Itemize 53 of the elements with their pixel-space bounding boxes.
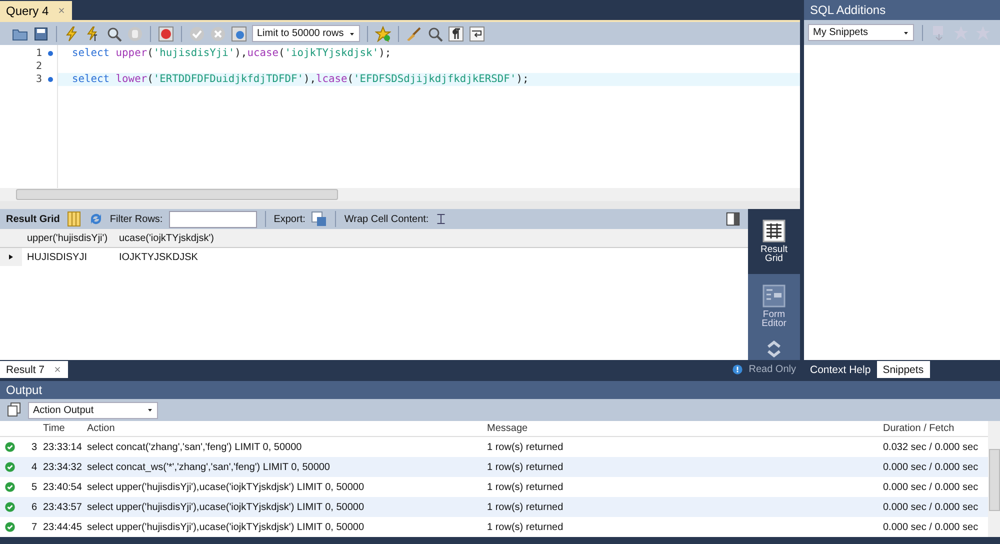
table-cell-text: 0.032 sec / 0.000 sec [882, 442, 980, 452]
column-header[interactable]: upper('hujisdisYji') [22, 229, 114, 247]
table-cell-text: 1 row(s) returned [486, 502, 564, 512]
table-cell-text: select concat('zhang','san','feng') LIMIT 0, 50000 [86, 442, 303, 452]
table-cell-text: 1 row(s) returned [486, 462, 564, 472]
panel-tab[interactable]: Context Help [804, 361, 877, 378]
result-tab[interactable]: Result 7 [0, 361, 68, 378]
panel-tab[interactable]: Snippets [876, 361, 930, 378]
table-cell-text: 23:40:54 [42, 482, 83, 492]
table-cell-text: 7 [30, 522, 38, 532]
table-cell-text: select upper('hujisdisYji'),ucase('iojkTYjskdjsk') LIMIT 0, 50000 [86, 502, 366, 512]
panel-title: SQL Additions [804, 0, 1000, 20]
panel-title: Output [0, 381, 1000, 399]
table-cell-text: select upper('hujisdisYji'),ucase('iojkTYjskdjsk') LIMIT 0, 50000 [86, 482, 366, 492]
table-cell-text: 0.000 sec / 0.000 sec [882, 522, 980, 532]
table-cell-text: 6 [30, 502, 38, 512]
table-cell-text: 0.000 sec / 0.000 sec [882, 462, 980, 472]
line-number: 2 [36, 61, 42, 72]
result-grid-label: Result Grid [6, 214, 60, 224]
code-line: select lower('ERTDDFDFDuidjkfdjTDFDF'),lcase('EFDFSDSdjijkdjfkdjkERSDF'); [72, 73, 529, 85]
table-cell-text: 4 [30, 462, 38, 472]
column-header[interactable]: Time [40, 423, 84, 434]
column-header[interactable]: Message [484, 423, 880, 434]
read-only-label: Read Only [748, 364, 796, 375]
table-cell-text: 1 row(s) returned [486, 482, 564, 492]
table-cell-text: select upper('hujisdisYji'),ucase('iojkTYjskdjsk') LIMIT 0, 50000 [86, 522, 366, 532]
query-tab[interactable]: Query 4 [0, 1, 72, 20]
table-cell-text: HUJISDISYJI [26, 250, 88, 264]
table-cell-text: 23:33:14 [42, 442, 83, 452]
column-header[interactable]: Duration / Fetch [880, 423, 988, 434]
table-cell-text: select concat_ws('*','zhang','san','feng') LIMIT 0, 50000 [86, 462, 331, 472]
code-line: select upper('hujisdisYji'),ucase('iojkTYjskdjsk'); [72, 47, 392, 59]
snippets-dropdown[interactable]: My Snippets [808, 24, 914, 41]
table-cell-text: 0.000 sec / 0.000 sec [882, 482, 980, 492]
table-cell-text: 5 [30, 482, 38, 492]
line-number: 1 [36, 48, 42, 59]
table-cell-text: IOJKTYJSKDJSK [118, 250, 199, 264]
limit-dropdown[interactable]: Limit to 50000 rows [252, 25, 360, 42]
export-label: Export: [274, 214, 306, 224]
table-cell-text: 23:43:57 [42, 502, 83, 512]
table-cell-text: 23:44:45 [42, 522, 83, 532]
table-cell-text: 0.000 sec / 0.000 sec [882, 502, 980, 512]
table-cell-text: 3 [30, 442, 38, 452]
table-cell-text: 1 row(s) returned [486, 522, 564, 532]
output-dropdown[interactable]: Action Output [28, 402, 158, 418]
column-header[interactable]: ucase('iojkTYjskdjsk') [114, 229, 219, 247]
table-cell-text: 1 row(s) returned [486, 442, 564, 452]
view-button[interactable]: Result Grid [748, 209, 800, 274]
filter-rows-label: Filter Rows: [110, 214, 163, 224]
table-cell-text: 23:34:32 [42, 462, 83, 472]
column-header[interactable]: Action [84, 423, 484, 434]
wrap-cell-label: Wrap Cell Content: [344, 214, 429, 224]
line-number: 3 [36, 74, 42, 85]
